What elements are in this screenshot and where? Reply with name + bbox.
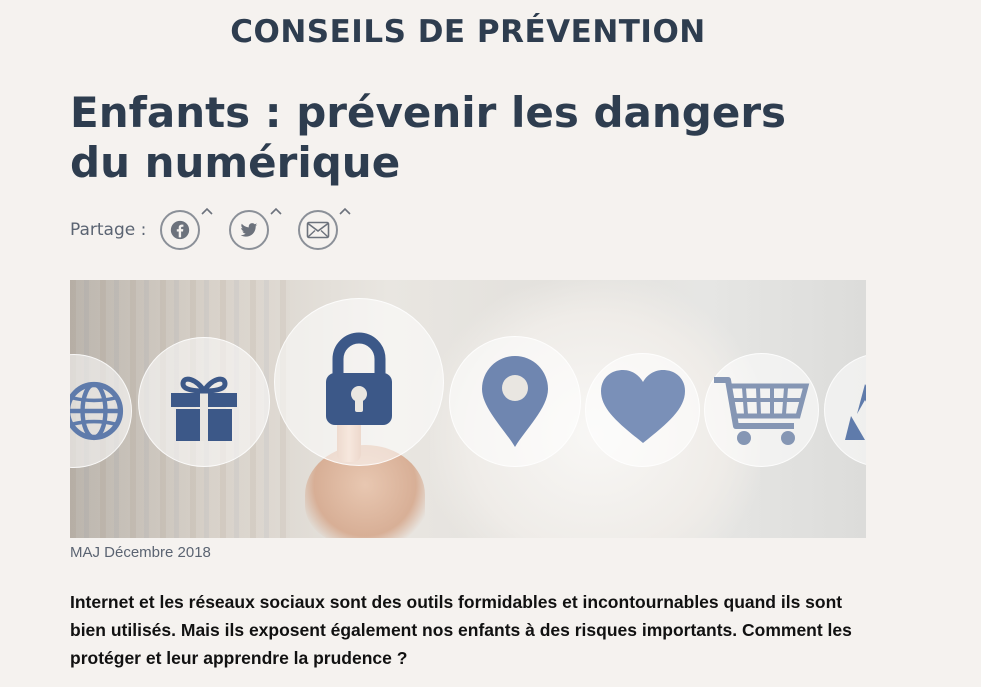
gift-icon: [171, 376, 237, 441]
gift-bubble: [138, 337, 270, 467]
cart-bubble: [704, 353, 819, 467]
recycle-bubble: [824, 353, 866, 467]
share-mail-button[interactable]: [298, 207, 351, 250]
globe-icon: [70, 381, 124, 441]
article-intro: Internet et les réseaux sociaux sont des…: [70, 592, 852, 668]
lock-icon: [326, 332, 392, 425]
facebook-icon: [171, 220, 190, 240]
globe-bubble: [70, 354, 132, 468]
location-pin-icon: [482, 355, 548, 447]
article-title: Enfants : prévenir les dangers du numéri…: [70, 88, 787, 187]
share-bar: Partage :: [70, 207, 367, 252]
shopping-cart-icon: [713, 377, 809, 445]
location-bubble: [449, 336, 581, 467]
heart-bubble: [585, 353, 700, 467]
share-facebook-button[interactable]: [160, 207, 213, 250]
recycle-icon: [845, 384, 866, 440]
chevron-up-icon: [201, 207, 213, 215]
share-label: Partage :: [70, 220, 147, 240]
hero-image: [70, 280, 866, 538]
twitter-icon: [241, 223, 258, 237]
heart-icon: [600, 370, 685, 443]
lock-bubble: [274, 298, 444, 466]
section-title: CONSEILS DE PRÉVENTION: [230, 14, 706, 50]
share-twitter-button[interactable]: [229, 207, 282, 250]
chevron-up-icon: [270, 207, 282, 215]
image-caption: MAJ Décembre 2018: [70, 544, 211, 561]
mail-icon: [307, 221, 330, 239]
chevron-up-icon: [339, 207, 351, 215]
